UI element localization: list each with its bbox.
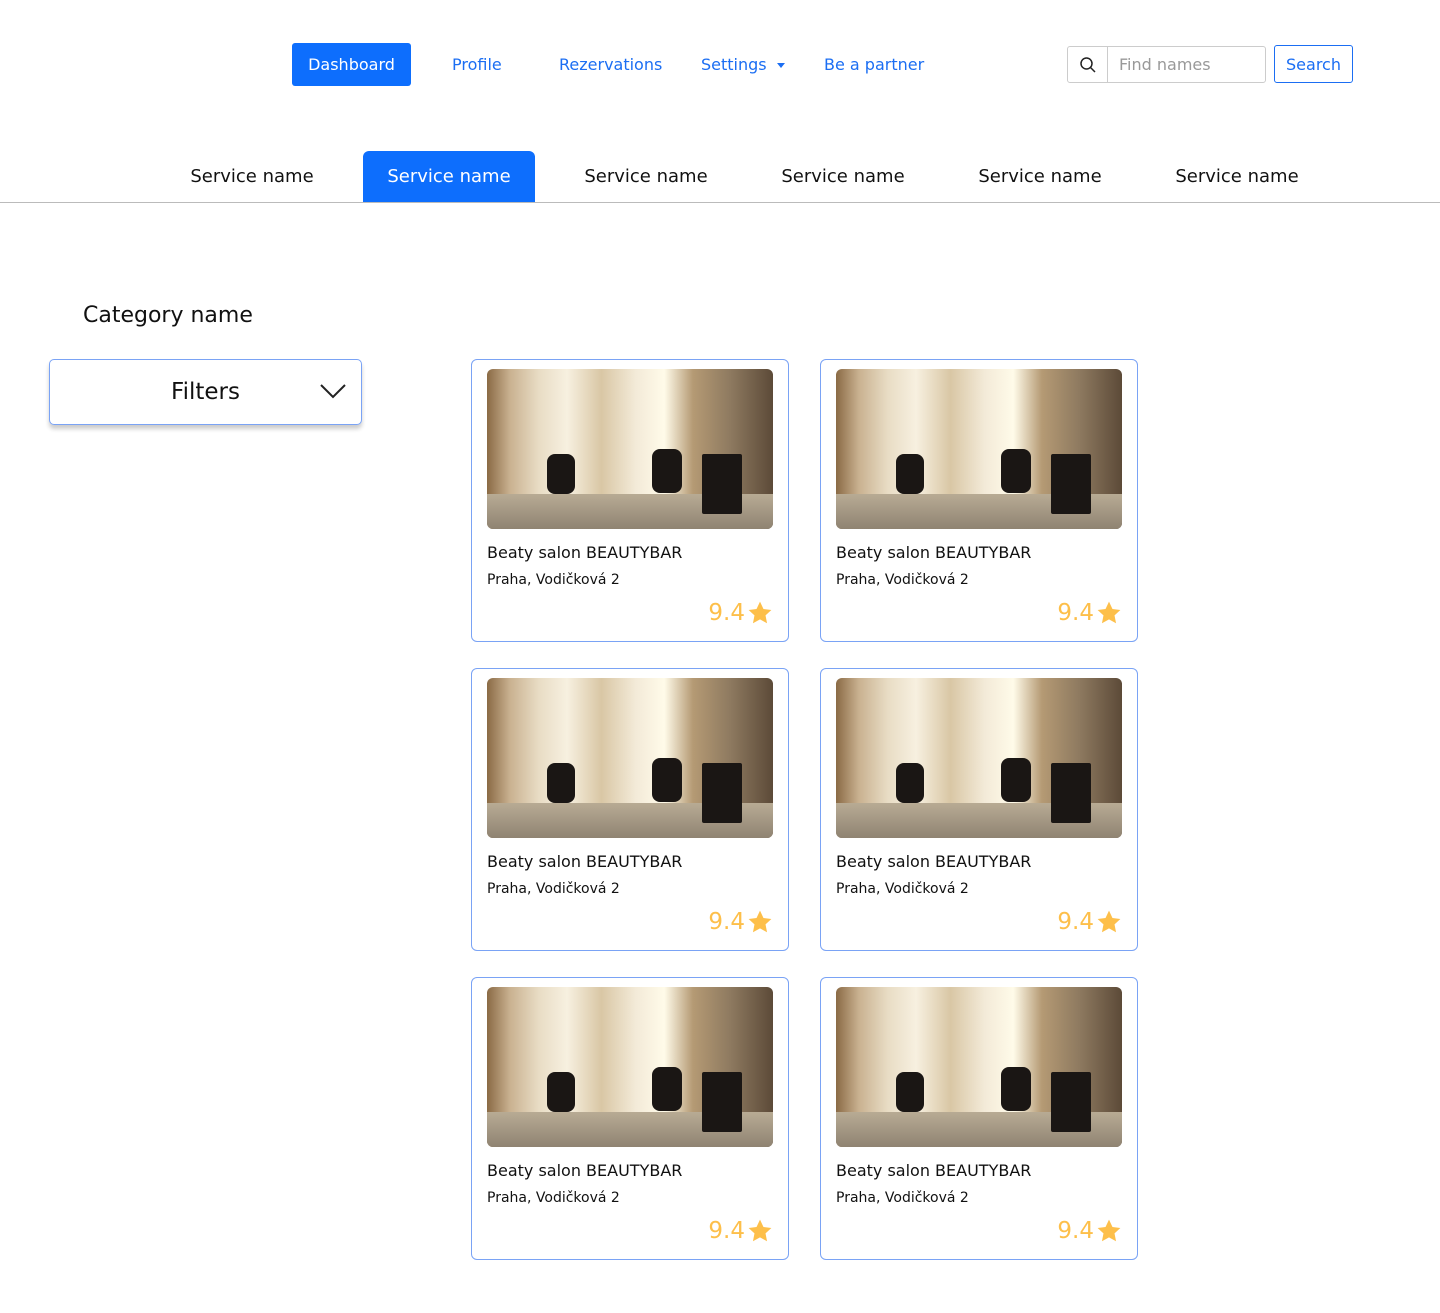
search-group <box>1067 46 1266 83</box>
settings-label: Settings <box>701 55 767 74</box>
salon-address: Praha, Vodičková 2 <box>487 881 620 897</box>
tab-service[interactable]: Service name <box>1151 151 1323 202</box>
search-icon <box>1068 47 1108 82</box>
salon-address: Praha, Vodičková 2 <box>487 1190 620 1206</box>
tab-service[interactable]: Service name <box>954 151 1126 202</box>
salon-name: Beaty salon BEAUTYBAR <box>836 852 1032 871</box>
search-button[interactable]: Search <box>1274 45 1353 83</box>
salon-photo <box>487 369 773 529</box>
rating-value: 9.4 <box>708 909 745 935</box>
star-icon <box>748 601 772 624</box>
tab-service[interactable]: Service name <box>560 151 732 202</box>
star-icon <box>1097 601 1121 624</box>
salon-rating: 9.4 <box>708 909 773 935</box>
salon-name: Beaty salon BEAUTYBAR <box>487 543 683 562</box>
search-input[interactable] <box>1108 47 1263 82</box>
category-title: Category name <box>83 303 253 328</box>
tab-service[interactable]: Service name <box>757 151 929 202</box>
salon-name: Beaty salon BEAUTYBAR <box>836 1161 1032 1180</box>
tab-service[interactable]: Service name <box>166 151 338 202</box>
salon-photo <box>836 678 1122 838</box>
salon-address: Praha, Vodičková 2 <box>836 572 969 588</box>
salon-photo <box>487 678 773 838</box>
salon-rating: 9.4 <box>1057 909 1122 935</box>
rating-value: 9.4 <box>1057 1218 1094 1244</box>
salon-card[interactable]: Beaty salon BEAUTYBAR Praha, Vodičková 2… <box>471 977 789 1260</box>
salon-card[interactable]: Beaty salon BEAUTYBAR Praha, Vodičková 2… <box>820 359 1138 642</box>
star-icon <box>748 910 772 933</box>
salon-photo <box>836 369 1122 529</box>
nav-profile[interactable]: Profile <box>452 43 502 86</box>
rating-value: 9.4 <box>708 600 745 626</box>
salon-rating: 9.4 <box>708 1218 773 1244</box>
rating-value: 9.4 <box>708 1218 745 1244</box>
salon-address: Praha, Vodičková 2 <box>836 1190 969 1206</box>
star-icon <box>1097 910 1121 933</box>
salon-card[interactable]: Beaty salon BEAUTYBAR Praha, Vodičková 2… <box>820 977 1138 1260</box>
nav-rezervations[interactable]: Rezervations <box>559 43 662 86</box>
nav-be-a-partner[interactable]: Be a partner <box>824 43 924 86</box>
salon-address: Praha, Vodičková 2 <box>487 572 620 588</box>
salon-rating: 9.4 <box>1057 600 1122 626</box>
salon-photo <box>836 987 1122 1147</box>
service-tabs: Service name Service name Service name S… <box>0 151 1440 203</box>
salon-card[interactable]: Beaty salon BEAUTYBAR Praha, Vodičková 2… <box>820 668 1138 951</box>
rating-value: 9.4 <box>1057 600 1094 626</box>
salon-rating: 9.4 <box>708 600 773 626</box>
salon-address: Praha, Vodičková 2 <box>836 881 969 897</box>
salon-photo <box>487 987 773 1147</box>
caret-down-icon <box>776 63 785 68</box>
filters-label: Filters <box>171 379 240 405</box>
rating-value: 9.4 <box>1057 909 1094 935</box>
salon-card[interactable]: Beaty salon BEAUTYBAR Praha, Vodičková 2… <box>471 668 789 951</box>
salon-name: Beaty salon BEAUTYBAR <box>487 852 683 871</box>
nav-dashboard[interactable]: Dashboard <box>292 43 411 86</box>
salon-name: Beaty salon BEAUTYBAR <box>836 543 1032 562</box>
star-icon <box>1097 1219 1121 1242</box>
salon-rating: 9.4 <box>1057 1218 1122 1244</box>
filters-dropdown[interactable]: Filters <box>49 359 362 425</box>
tab-service-active[interactable]: Service name <box>363 151 535 202</box>
salon-card[interactable]: Beaty salon BEAUTYBAR Praha, Vodičková 2… <box>471 359 789 642</box>
star-icon <box>748 1219 772 1242</box>
salon-name: Beaty salon BEAUTYBAR <box>487 1161 683 1180</box>
chevron-down-icon <box>320 384 346 399</box>
nav-settings[interactable]: Settings <box>701 43 785 86</box>
